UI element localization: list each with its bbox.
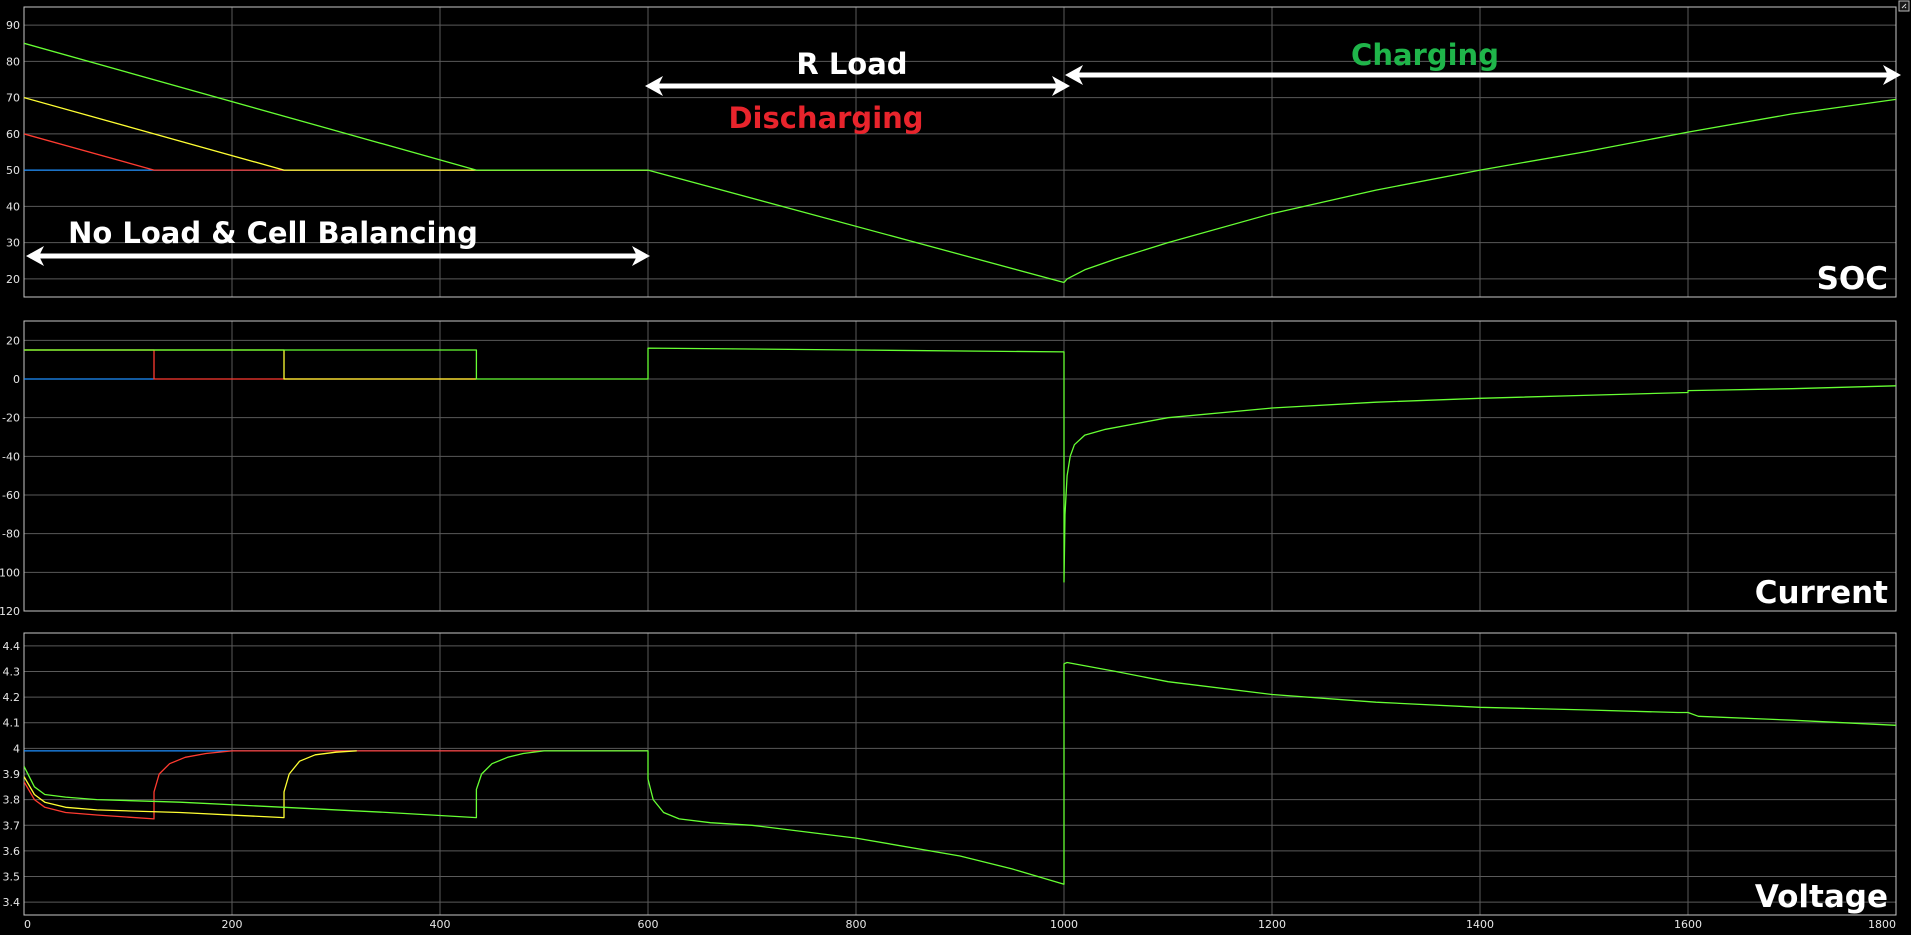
y-tick-label: -20 bbox=[2, 412, 20, 425]
discharging-label: Discharging bbox=[728, 101, 923, 135]
y-tick-label: 30 bbox=[6, 237, 20, 250]
y-tick-label: -100 bbox=[0, 566, 20, 579]
y-tick-label: -40 bbox=[2, 450, 20, 463]
y-tick-label: 60 bbox=[6, 128, 20, 141]
y-tick-label: 20 bbox=[6, 334, 20, 347]
resize-handle-icon[interactable] bbox=[1898, 0, 1910, 12]
x-tick-label: 1200 bbox=[1258, 918, 1286, 931]
soc-label: SOC bbox=[1817, 261, 1888, 297]
y-tick-label: -60 bbox=[2, 489, 20, 502]
y-tick-label: 50 bbox=[6, 164, 20, 177]
x-tick-label: 800 bbox=[846, 918, 867, 931]
y-tick-label: 40 bbox=[6, 200, 20, 213]
x-tick-label: 200 bbox=[222, 918, 243, 931]
y-tick-label: 4 bbox=[13, 742, 20, 755]
y-tick-label: 3.5 bbox=[3, 871, 21, 884]
y-tick-label: -120 bbox=[0, 605, 20, 618]
y-tick-label: 3.6 bbox=[3, 845, 21, 858]
x-tick-label: 600 bbox=[638, 918, 659, 931]
charging-label: Charging bbox=[1351, 38, 1499, 72]
y-tick-label: 3.8 bbox=[3, 794, 21, 807]
y-tick-label: 0 bbox=[13, 373, 20, 386]
y-tick-label: 3.4 bbox=[3, 896, 21, 909]
y-tick-label: 20 bbox=[6, 273, 20, 286]
x-tick-label: 1400 bbox=[1466, 918, 1494, 931]
y-tick-label: 4.3 bbox=[3, 665, 21, 678]
x-tick-label: 400 bbox=[430, 918, 451, 931]
figure-background bbox=[0, 0, 1911, 935]
current-label: Current bbox=[1755, 575, 1888, 611]
y-tick-label: 4.2 bbox=[3, 691, 21, 704]
y-tick-label: 4.4 bbox=[3, 640, 21, 653]
no-load-label: No Load & Cell Balancing bbox=[68, 216, 478, 250]
y-tick-label: -80 bbox=[2, 528, 20, 541]
y-tick-label: 70 bbox=[6, 92, 20, 105]
y-tick-label: 4.1 bbox=[3, 717, 21, 730]
y-tick-label: 3.7 bbox=[3, 819, 21, 832]
y-tick-label: 90 bbox=[6, 19, 20, 32]
x-tick-label: 1000 bbox=[1050, 918, 1078, 931]
r-load-label: R Load bbox=[796, 47, 907, 81]
x-tick-label: 0 bbox=[24, 918, 31, 931]
voltage-label: Voltage bbox=[1755, 879, 1888, 915]
scope-figure: 2030405060708090SOC 200-20-40-60-80-100-… bbox=[0, 0, 1911, 935]
y-tick-label: 80 bbox=[6, 55, 20, 68]
x-tick-label: 1800 bbox=[1868, 918, 1896, 931]
x-tick-label: 1600 bbox=[1674, 918, 1702, 931]
y-tick-label: 3.9 bbox=[3, 768, 21, 781]
